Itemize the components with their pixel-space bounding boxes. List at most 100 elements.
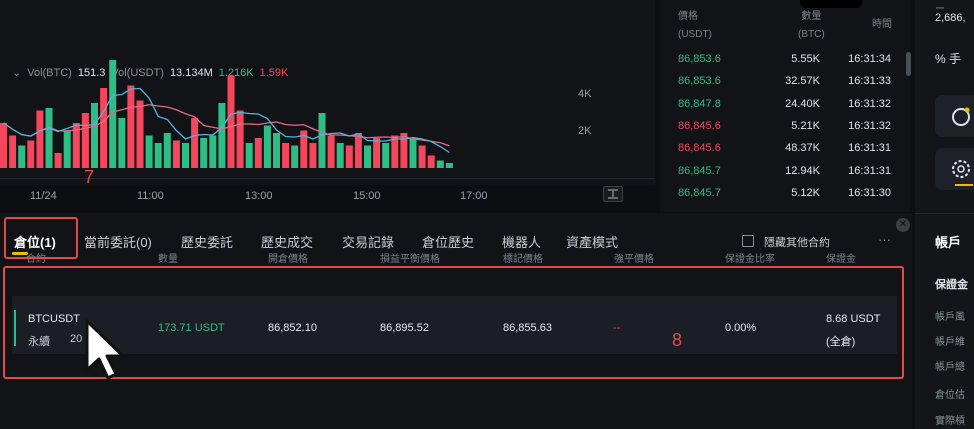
trade-qty: 5.55K — [791, 53, 820, 65]
trade-price: 86,853.6 — [678, 75, 721, 88]
volume-bar — [373, 138, 381, 168]
close-icon[interactable]: ✕ — [896, 218, 910, 232]
hide-other-label: 隱藏其他合約 — [764, 237, 830, 249]
tab-transaction-log[interactable]: 交易記錄 — [342, 232, 394, 251]
trade-qty: 24.40K — [785, 97, 820, 110]
col-mark-price: 標記價格 — [503, 254, 543, 265]
volume-bar — [127, 85, 135, 168]
trade-row: 86,853.6 5.55K 16:31:34 — [660, 53, 905, 75]
annotation-box-8 — [3, 266, 904, 379]
trade-row: 86,853.6 32.57K 16:31:33 — [660, 75, 905, 97]
x-tick: 17:00 — [460, 190, 488, 202]
volume-bar — [436, 160, 444, 168]
x-tick: 11/24 — [30, 190, 57, 202]
volume-bar — [345, 145, 353, 168]
volume-bar — [282, 143, 290, 168]
tab-trade-history[interactable]: 歷史成交 — [261, 232, 313, 251]
percent-label[interactable]: % 手 — [935, 50, 961, 67]
x-tick: 13:00 — [245, 190, 273, 202]
volume-bar — [191, 118, 199, 168]
trade-time: 16:31:31 — [848, 164, 891, 177]
volume-bar — [63, 130, 71, 168]
quick-action-button[interactable] — [935, 95, 974, 137]
tab-asset-mode[interactable]: 資產模式 — [566, 232, 618, 251]
volume-bar — [409, 138, 417, 168]
tab-order-history[interactable]: 歷史委託 — [181, 232, 233, 251]
more-menu-button[interactable]: ··· — [878, 232, 891, 247]
target-icon — [952, 107, 970, 126]
col-breakeven-price: 損益平衡價格 — [380, 254, 440, 265]
volume-bar — [182, 143, 189, 168]
volume-bar — [145, 135, 153, 168]
volume-bar — [227, 75, 235, 168]
volume-bar — [427, 155, 435, 168]
account-row: 實際槓 — [935, 416, 965, 427]
hide-other-checkbox[interactable] — [742, 235, 754, 247]
trade-price: 86,845.6 — [678, 119, 721, 132]
col-quantity: 數量 — [158, 254, 178, 265]
trade-price: 86,853.6 — [678, 53, 721, 65]
volume-bar — [81, 113, 89, 168]
volume-bar — [309, 143, 317, 168]
volume-bar — [291, 145, 299, 168]
volume-bar — [318, 113, 326, 168]
volume-bar — [336, 143, 344, 168]
volume-bar — [163, 133, 171, 168]
volume-bar — [200, 138, 208, 168]
tab-open-orders[interactable]: 當前委託(0) — [84, 232, 152, 251]
balance-value: 2,686, — [935, 12, 966, 24]
fit-range-icon[interactable] — [603, 186, 623, 202]
volume-bar — [327, 135, 335, 168]
volume-bar — [172, 140, 180, 168]
annotation-box-7 — [4, 217, 78, 259]
volume-bar — [27, 140, 35, 168]
volume-bar — [36, 110, 44, 168]
volume-bar — [445, 163, 453, 168]
volume-bar — [382, 143, 390, 168]
volume-bar — [118, 118, 126, 168]
volume-bar — [154, 143, 162, 168]
tab-bots[interactable]: 機器人 — [502, 232, 541, 251]
x-tick: 15:00 — [353, 190, 381, 202]
volume-bar — [273, 133, 280, 168]
volume-bar — [45, 108, 53, 168]
volume-bar — [100, 88, 108, 168]
col-liq-price: 強平價格 — [614, 254, 654, 265]
trade-qty: 32.57K — [785, 75, 820, 88]
settings-button[interactable] — [935, 148, 974, 190]
trade-time: 16:31:31 — [848, 142, 891, 155]
x-tick: 11:00 — [137, 190, 164, 202]
recent-trades-panel: 價格 (USDT) 數量 (BTC) 時間 86,853.6 5.55K 16:31… — [660, 0, 910, 212]
volume-bar — [218, 103, 226, 168]
volume-bar — [236, 110, 244, 168]
y-tick-2k: 2K — [578, 125, 592, 137]
volume-bar — [254, 138, 262, 168]
trade-time: 16:31:32 — [848, 119, 891, 132]
trades-scrollbar[interactable] — [906, 52, 911, 76]
chart-divider — [0, 178, 655, 179]
trade-price: 86,845.6 — [678, 142, 721, 155]
account-row: 倉位估 — [935, 390, 965, 401]
annotation-label-7: 7 — [84, 167, 95, 187]
volume-bar — [9, 135, 17, 168]
trade-price: 86,847.8 — [678, 97, 721, 110]
col-margin: 保證金 — [826, 254, 856, 265]
account-row: 帳戶維 — [935, 337, 965, 348]
volume-bars-svg — [0, 60, 453, 168]
tab-position-history[interactable]: 倉位歷史 — [422, 232, 474, 251]
trade-row: 86,845.7 12.94K 16:31:31 — [660, 165, 905, 187]
volume-bar — [91, 103, 98, 168]
mouse-cursor-icon — [85, 319, 125, 380]
tooltip-fragment — [800, 0, 862, 8]
col-entry-price: 開倉價格 — [268, 254, 308, 265]
time-header: 時間 — [872, 19, 892, 30]
trade-qty: 48.37K — [785, 142, 820, 155]
trade-time: 16:31:33 — [848, 75, 891, 88]
volume-bar — [54, 153, 62, 168]
gear-icon — [952, 160, 973, 186]
trade-qty: 12.94K — [785, 164, 820, 177]
volume-bar — [209, 135, 217, 168]
volume-bar — [418, 145, 426, 168]
trade-qty: 5.12K — [791, 186, 820, 199]
qty-header: 數量 (BTC) — [798, 11, 825, 40]
